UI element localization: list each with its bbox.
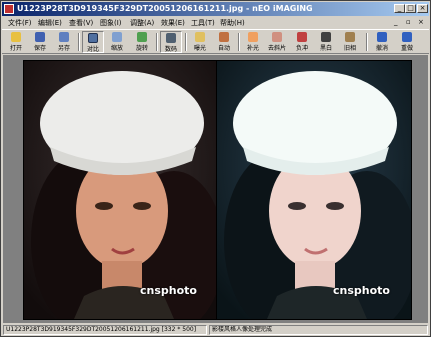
menu-tools[interactable]: 工具(T) <box>191 18 215 28</box>
toolbar-separator <box>78 33 80 51</box>
cross-process-icon <box>297 32 307 42</box>
undo-icon <box>377 32 387 42</box>
auto-icon <box>219 32 229 42</box>
rotate-button[interactable]: 旋转 <box>131 31 153 53</box>
redo-button[interactable]: 重做 <box>396 31 418 53</box>
processed-image[interactable]: cnsphoto <box>216 60 412 320</box>
menu-bar: 文件(F) 编辑(E) 查看(V) 图象(I) 调整(A) 效果(E) 工具(T… <box>2 17 429 29</box>
app-logo-icon[interactable] <box>4 4 14 14</box>
maximize-button[interactable]: □ <box>405 4 416 13</box>
old-photo-button[interactable]: 旧相 <box>339 31 361 53</box>
folder-open-icon <box>11 32 21 42</box>
deskew-button[interactable]: 去斜片 <box>266 31 288 53</box>
compare-button[interactable]: 对比 <box>82 31 104 53</box>
title-bar[interactable]: U1223P28T3D919345F329DT20051206161211.jp… <box>2 2 429 16</box>
digital-button[interactable]: 数码 <box>160 31 182 53</box>
menu-edit[interactable]: 编辑(E) <box>38 18 62 28</box>
black-white-button[interactable]: 黑白 <box>315 31 337 53</box>
watermark-right: cnsphoto <box>333 284 390 297</box>
digital-icon <box>166 33 176 43</box>
toolbar: 打开 保存 另存 对比 缩放 旋转 数码 曝光 自动 补光 去斜片 负冲 黑白 … <box>2 29 429 54</box>
save-icon <box>35 32 45 42</box>
image-workspace[interactable]: cnsphoto cnsphoto <box>3 55 428 323</box>
menu-image[interactable]: 图象(I) <box>100 18 122 28</box>
exposure-icon <box>195 32 205 42</box>
open-button[interactable]: 打开 <box>5 31 27 53</box>
black-white-icon <box>321 32 331 42</box>
zoom-icon <box>112 32 122 42</box>
portrait-original <box>24 61 218 319</box>
fill-light-button[interactable]: 补光 <box>242 31 264 53</box>
doc-close-button[interactable]: × <box>418 18 424 26</box>
toolbar-separator <box>156 33 158 51</box>
menu-adjust[interactable]: 调整(A) <box>130 18 154 28</box>
save-as-icon <box>59 32 69 42</box>
toolbar-separator <box>238 33 240 51</box>
old-photo-icon <box>345 32 355 42</box>
compare-icon <box>88 33 98 43</box>
save-as-button[interactable]: 另存 <box>53 31 75 53</box>
portrait-processed <box>217 61 411 319</box>
toolbar-separator <box>366 33 368 51</box>
exposure-button[interactable]: 曝光 <box>189 31 211 53</box>
zoom-button[interactable]: 缩放 <box>106 31 128 53</box>
doc-minimize-button[interactable]: _ <box>394 18 398 26</box>
doc-restore-button[interactable]: ▫ <box>406 18 411 26</box>
deskew-icon <box>272 32 282 42</box>
window-title: U1223P28T3D919345F329DT20051206161211.jp… <box>17 4 313 13</box>
cross-process-button[interactable]: 负冲 <box>291 31 313 53</box>
toolbar-separator <box>185 33 187 51</box>
watermark-left: cnsphoto <box>140 284 197 297</box>
undo-button[interactable]: 撤消 <box>371 31 393 53</box>
fill-light-icon <box>248 32 258 42</box>
app-window: U1223P28T3D919345F329DT20051206161211.jp… <box>0 0 431 337</box>
save-button[interactable]: 保存 <box>29 31 51 53</box>
menu-file[interactable]: 文件(F) <box>8 18 32 28</box>
status-file-info: U1223P28T3D919345F329DT20051206161211.jp… <box>3 325 207 335</box>
status-message: 影楼风格人像处理完成 <box>209 325 428 335</box>
redo-icon <box>402 32 412 42</box>
auto-button[interactable]: 自动 <box>213 31 235 53</box>
rotate-icon <box>137 32 147 42</box>
status-bar: U1223P28T3D919345F329DT20051206161211.jp… <box>2 325 429 336</box>
menu-view[interactable]: 查看(V) <box>69 18 93 28</box>
close-button[interactable]: × <box>417 4 428 13</box>
menu-help[interactable]: 帮助(H) <box>220 18 245 28</box>
minimize-button[interactable]: _ <box>394 4 405 13</box>
original-image[interactable]: cnsphoto <box>23 60 219 320</box>
menu-effects[interactable]: 效果(E) <box>161 18 185 28</box>
